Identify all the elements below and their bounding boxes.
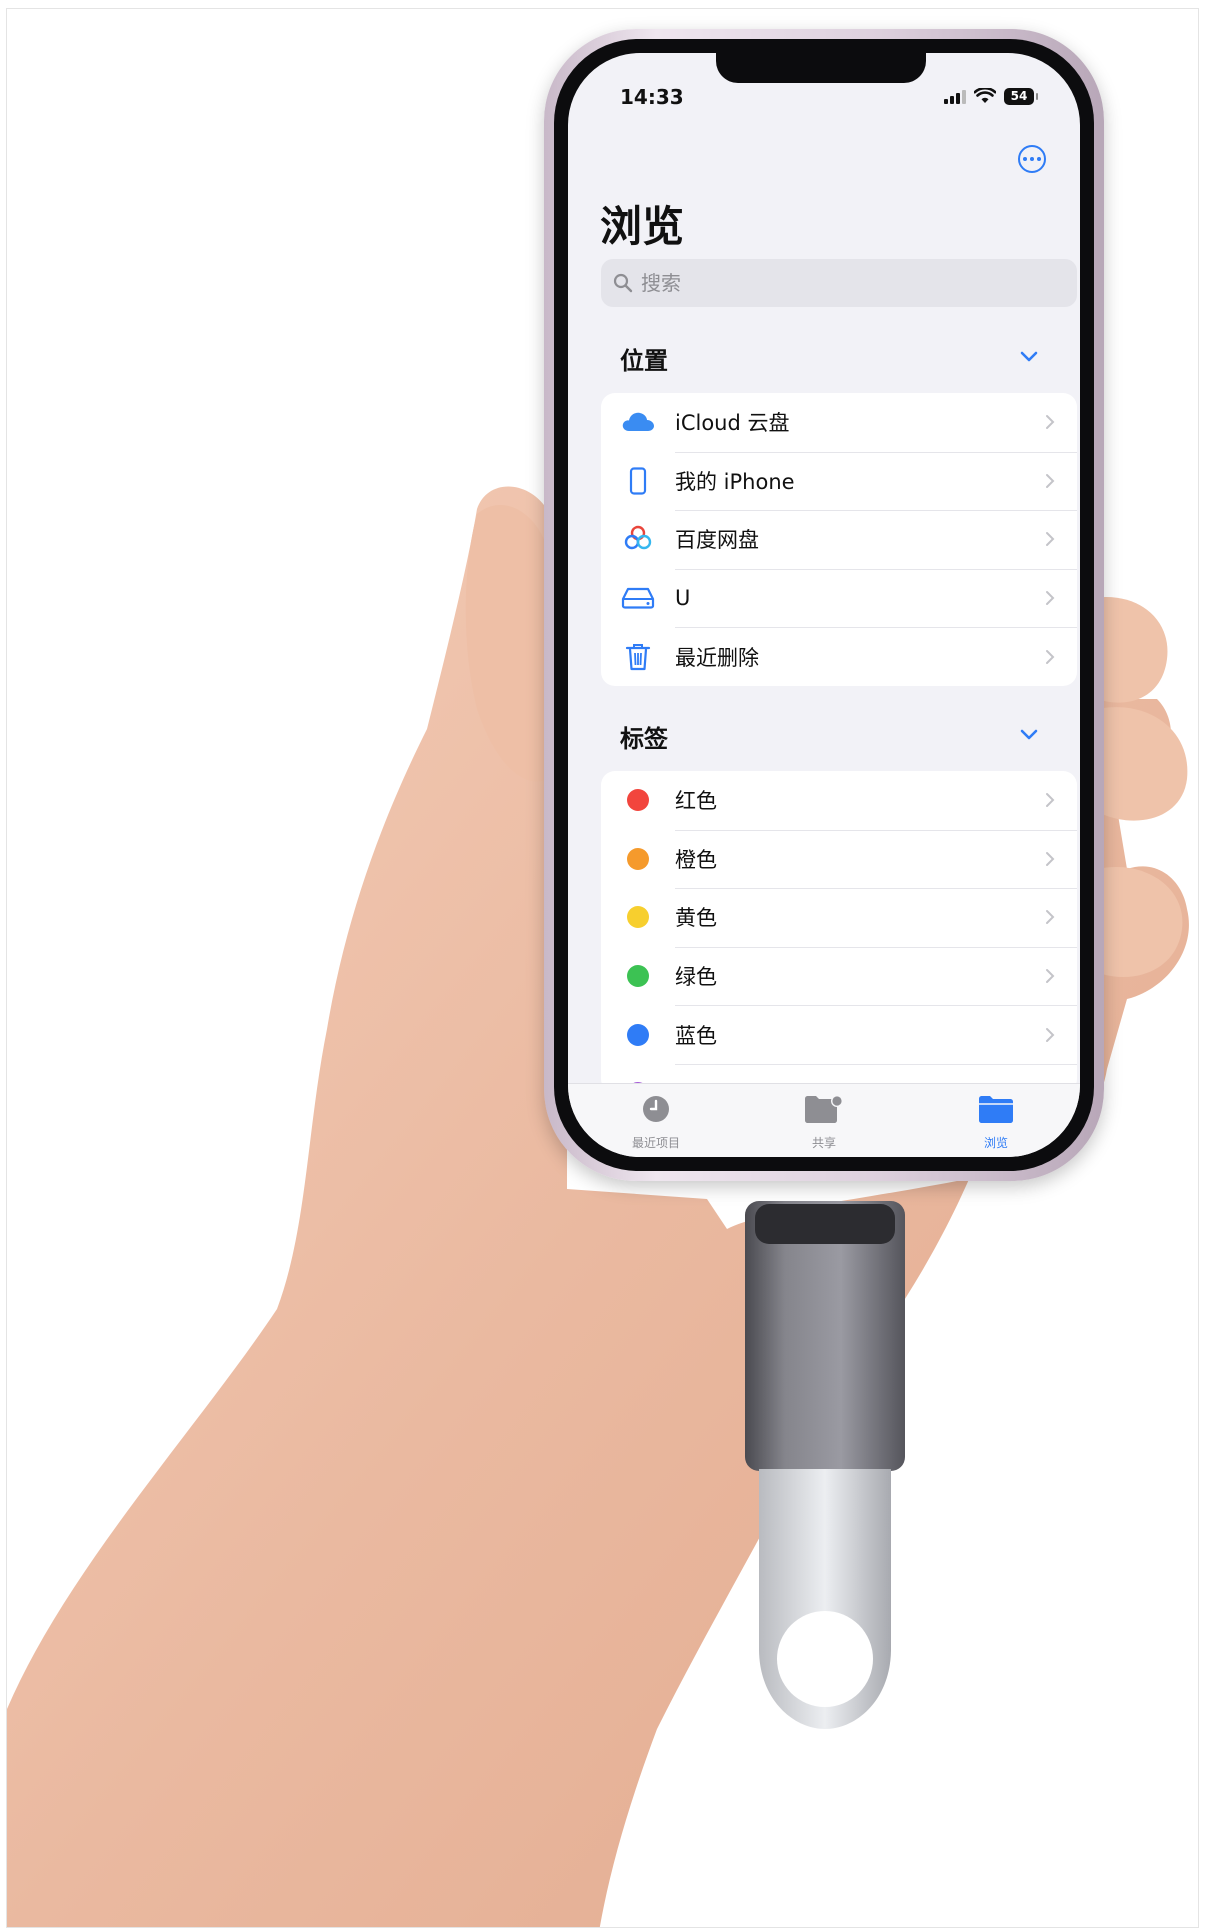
shared-folder-icon	[805, 1095, 843, 1123]
phone-screen: 14:33 54 浏览 搜索 位置 iCloud 云盘 我的 iPhone 百度…	[568, 53, 1080, 1157]
tag-label: 黄色	[675, 906, 717, 931]
tab-recents[interactable]: 最近项目	[601, 1094, 711, 1151]
battery-icon: 54	[1004, 87, 1038, 105]
folder-icon	[979, 1096, 1013, 1123]
location-item-iphone[interactable]: 我的 iPhone	[601, 451, 1077, 511]
tab-shared[interactable]: 共享	[769, 1094, 879, 1151]
tag-color-dot-icon	[627, 965, 649, 988]
tab-label: 最近项目	[631, 1136, 680, 1150]
more-dot-icon	[1037, 157, 1041, 161]
tag-color-dot-icon	[627, 789, 649, 812]
chevron-right-icon	[1046, 793, 1055, 808]
location-item-baidu[interactable]: 百度网盘	[601, 510, 1077, 569]
wifi-icon	[974, 88, 996, 103]
chevron-right-icon	[1046, 910, 1055, 925]
tag-color-dot-icon	[627, 906, 649, 929]
locations-header: 位置	[620, 347, 668, 375]
tag-item-blue[interactable]: 蓝色	[601, 1005, 1077, 1064]
chevron-down-icon[interactable]	[1020, 351, 1038, 363]
tab-label: 共享	[811, 1136, 836, 1150]
clock-icon	[643, 1096, 669, 1122]
tag-color-dot-icon	[627, 847, 649, 870]
location-item-icloud[interactable]: iCloud 云盘	[601, 393, 1077, 452]
icloud-icon	[622, 413, 654, 432]
location-label: 我的 iPhone	[675, 469, 795, 494]
search-input[interactable]	[641, 271, 1061, 295]
more-dot-icon	[1030, 157, 1034, 161]
location-label: iCloud 云盘	[675, 411, 790, 436]
chevron-right-icon	[1046, 649, 1055, 664]
tag-item-green[interactable]: 绿色	[601, 946, 1077, 1006]
tag-label: 红色	[675, 789, 717, 814]
notch	[716, 53, 926, 83]
tab-label: 浏览	[983, 1136, 1008, 1150]
location-item-recently-deleted[interactable]: 最近删除	[601, 627, 1077, 686]
tag-item-yellow[interactable]: 黄色	[601, 888, 1077, 947]
status-time: 14:33	[620, 85, 684, 109]
tag-item-orange[interactable]: 橙色	[601, 829, 1077, 889]
trash-icon	[625, 643, 651, 670]
cellular-signal-icon	[944, 88, 966, 104]
status-icons: 54	[944, 87, 1038, 105]
chevron-right-icon	[1046, 532, 1055, 547]
tab-browse[interactable]: 浏览	[941, 1094, 1051, 1151]
more-dot-icon	[1023, 157, 1027, 161]
chevron-right-icon	[1046, 591, 1055, 606]
tags-list: 红色 橙色 黄色 绿色 蓝色	[601, 771, 1077, 1093]
location-label: U	[675, 586, 691, 611]
phone-frame: 14:33 54 浏览 搜索 位置 iCloud 云盘 我的 iPhone 百度…	[544, 29, 1104, 1181]
search-icon	[613, 273, 633, 293]
iphone-icon	[629, 467, 647, 495]
chevron-down-icon[interactable]	[1020, 729, 1038, 741]
chevron-right-icon	[1046, 851, 1055, 866]
location-label: 最近删除	[675, 645, 759, 670]
location-label: 百度网盘	[675, 528, 759, 553]
tag-label: 绿色	[675, 965, 717, 990]
chevron-right-icon	[1046, 415, 1055, 430]
more-options-button[interactable]	[1018, 145, 1046, 173]
phone-bezel: 14:33 54 浏览 搜索 位置 iCloud 云盘 我的 iPhone 百度…	[554, 39, 1094, 1171]
location-item-u-drive[interactable]: U	[601, 568, 1077, 628]
tag-label: 橙色	[675, 847, 717, 872]
search-bar[interactable]	[601, 259, 1077, 307]
locations-list: iCloud 云盘 我的 iPhone 百度网盘 U 最近删除	[601, 393, 1077, 686]
chevron-right-icon	[1046, 473, 1055, 488]
tags-header: 标签	[620, 725, 668, 753]
page-title: 浏览	[600, 202, 685, 251]
tag-color-dot-icon	[627, 1023, 649, 1046]
baidu-netdisk-icon	[624, 526, 652, 550]
tag-label: 蓝色	[675, 1023, 717, 1048]
drive-icon	[621, 587, 655, 609]
photo-frame: 14:33 54 浏览 搜索 位置 iCloud 云盘 我的 iPhone 百度…	[6, 8, 1199, 1928]
chevron-right-icon	[1046, 969, 1055, 984]
tag-item-red[interactable]: 红色	[601, 771, 1077, 830]
tab-bar: 最近项目 共享 浏览	[568, 1083, 1080, 1157]
chevron-right-icon	[1046, 1027, 1055, 1042]
